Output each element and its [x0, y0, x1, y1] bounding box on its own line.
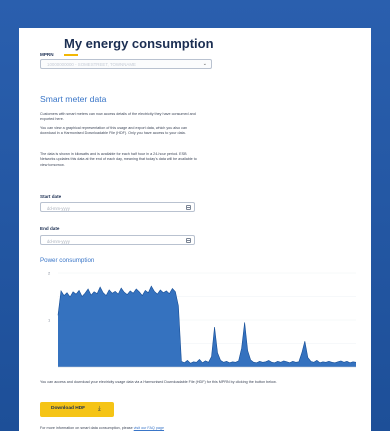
- page-title: My energy consumption: [64, 36, 214, 51]
- mprn-label: MPRN: [40, 52, 54, 57]
- start-date-input[interactable]: dd-mm-yyyy: [40, 202, 195, 212]
- chart-title: Power consumption: [40, 257, 95, 264]
- faq-link[interactable]: visit our FAQ page: [134, 426, 164, 430]
- end-date-placeholder: dd-mm-yyyy: [47, 238, 70, 244]
- consumption-area: [58, 286, 356, 367]
- download-icon: ⤓: [98, 405, 101, 412]
- smart-meter-title: Smart meter data: [40, 94, 107, 104]
- title-underline: [64, 54, 78, 56]
- calendar-icon[interactable]: [186, 204, 191, 210]
- start-date-label: Start date: [40, 194, 62, 199]
- smart-meter-paragraph-3: The data is shown in kilowatts and is av…: [40, 152, 197, 167]
- calendar-icon[interactable]: [186, 237, 191, 243]
- footer-prefix: For more information on smart data consu…: [40, 426, 133, 430]
- chevron-down-icon: ⌄: [202, 61, 207, 67]
- start-date-placeholder: dd-mm-yyyy: [47, 205, 70, 211]
- end-date-input[interactable]: dd-mm-yyyy: [40, 235, 195, 245]
- power-consumption-chart: 21: [48, 271, 357, 368]
- download-description: You can access and download your electri…: [40, 380, 277, 384]
- y-tick-label: 1: [48, 318, 51, 323]
- end-date-label: End date: [40, 226, 60, 231]
- smart-meter-paragraph-2: You can view a graphical representation …: [40, 126, 188, 136]
- download-hdf-button[interactable]: Download HDF ⤓: [40, 402, 114, 417]
- mprn-select[interactable]: 10000000000 - SOMESTREET, TOWNNAME ⌄: [40, 59, 212, 69]
- consumption-card: My energy consumption MPRN 10000000000 -…: [19, 28, 371, 431]
- y-tick-label: 2: [48, 271, 51, 276]
- footer-text: For more information on smart data consu…: [40, 426, 164, 430]
- smart-meter-paragraph-1: Customers with smart meters can now acce…: [40, 112, 196, 122]
- download-hdf-label: Download HDF: [51, 406, 86, 411]
- mprn-value: 10000000000 - SOMESTREET, TOWNNAME: [47, 62, 136, 67]
